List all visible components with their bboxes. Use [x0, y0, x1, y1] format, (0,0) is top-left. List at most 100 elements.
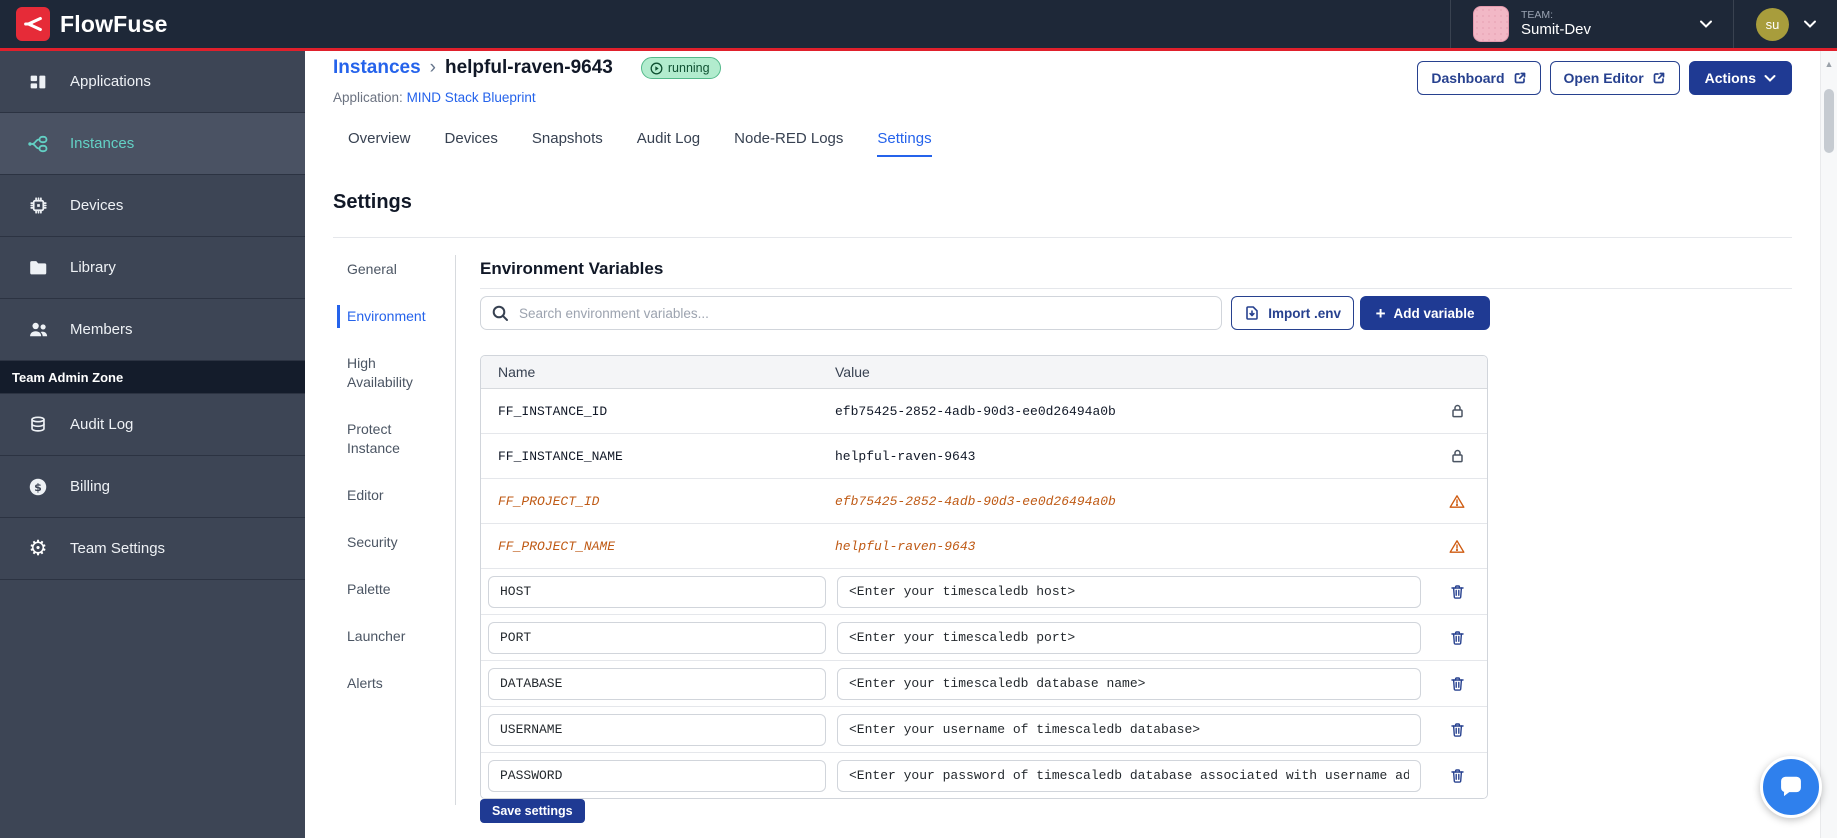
env-var-name: FF_PROJECT_NAME	[498, 538, 616, 554]
env-var-name-input[interactable]	[488, 575, 826, 608]
subnav-protect-instance[interactable]: Protect Instance	[337, 418, 432, 460]
add-variable-button[interactable]: + Add variable	[1360, 296, 1490, 330]
scrollbar-thumb[interactable]	[1824, 89, 1834, 153]
topbar-right: TEAM: Sumit-Dev su	[1450, 0, 1831, 48]
folder-icon	[26, 256, 50, 280]
play-circle-icon	[650, 62, 663, 75]
column-header-value: Value	[835, 364, 870, 380]
scroll-up-arrow[interactable]: ▲	[1821, 59, 1837, 69]
open-editor-button[interactable]: Open Editor	[1549, 61, 1680, 95]
breadcrumb-instances-link[interactable]: Instances	[333, 57, 421, 79]
env-var-name-input[interactable]	[488, 759, 826, 792]
env-var-value: efb75425-2852-4adb-90d3-ee0d26494a0b	[835, 403, 1116, 419]
subnav-launcher[interactable]: Launcher	[337, 625, 432, 648]
import-env-button[interactable]: Import .env	[1231, 296, 1355, 330]
table-row	[481, 569, 1487, 615]
env-var-value-input[interactable]	[837, 621, 1421, 654]
user-avatar: su	[1756, 7, 1789, 41]
search-input[interactable]	[517, 304, 1212, 322]
sidebar-item-label: Members	[70, 321, 133, 338]
sidebar-section-team-admin-zone: Team Admin Zone	[0, 361, 305, 394]
import-env-button-label: Import .env	[1268, 305, 1342, 321]
table-row: FF_INSTANCE_NAME helpful-raven-9643	[481, 434, 1487, 479]
sidebar-item-library[interactable]: Library	[0, 237, 305, 299]
instance-tabs: Overview Devices Snapshots Audit Log Nod…	[348, 130, 932, 157]
env-var-name: FF_INSTANCE_NAME	[498, 448, 623, 464]
database-icon	[26, 413, 50, 437]
tab-overview[interactable]: Overview	[348, 130, 411, 157]
actions-button-label: Actions	[1704, 70, 1756, 86]
env-var-value: helpful-raven-9643	[835, 448, 976, 464]
team-avatar	[1473, 6, 1509, 42]
delete-variable-button[interactable]	[1448, 674, 1467, 694]
save-settings-button[interactable]: Save settings	[480, 799, 585, 823]
subnav-alerts[interactable]: Alerts	[337, 672, 432, 695]
import-file-icon	[1244, 305, 1260, 321]
warning-icon	[1427, 539, 1487, 554]
delete-variable-button[interactable]	[1448, 628, 1467, 648]
subnav-general[interactable]: General	[337, 258, 432, 281]
add-variable-button-label: Add variable	[1393, 305, 1475, 321]
subnav-high-availability[interactable]: High Availability	[337, 352, 432, 394]
tab-settings[interactable]: Settings	[877, 130, 932, 157]
env-var-name-input[interactable]	[488, 667, 826, 700]
flowfuse-logo[interactable]: FlowFuse	[16, 7, 168, 41]
sidebar-item-instances[interactable]: Instances	[0, 113, 305, 175]
instances-icon	[26, 132, 50, 156]
subnav-environment[interactable]: Environment	[337, 305, 432, 328]
env-var-value-input[interactable]	[837, 759, 1421, 792]
tab-devices[interactable]: Devices	[445, 130, 498, 157]
vertical-scrollbar[interactable]: ▲	[1820, 51, 1837, 838]
dollar-circle-icon: $	[26, 475, 50, 499]
delete-variable-button[interactable]	[1448, 582, 1467, 602]
table-row: FF_PROJECT_NAME helpful-raven-9643	[481, 524, 1487, 569]
gear-icon: ⚙	[28, 537, 48, 560]
chevron-down-icon	[1699, 19, 1713, 29]
env-var-name: FF_PROJECT_ID	[498, 493, 600, 509]
divider	[455, 255, 456, 805]
delete-variable-button[interactable]	[1448, 766, 1467, 786]
subnav-palette[interactable]: Palette	[337, 578, 432, 601]
table-row	[481, 753, 1487, 798]
tab-node-red-logs[interactable]: Node-RED Logs	[734, 130, 843, 157]
tab-snapshots[interactable]: Snapshots	[532, 130, 603, 157]
sidebar-item-audit-log[interactable]: Audit Log	[0, 394, 305, 456]
external-link-icon	[1652, 71, 1666, 85]
team-label: TEAM:	[1521, 9, 1554, 22]
sidebar-item-team-settings[interactable]: ⚙ Team Settings	[0, 518, 305, 580]
application-label: Application:	[333, 90, 403, 105]
env-var-value-input[interactable]	[837, 667, 1421, 700]
sidebar-item-label: Library	[70, 259, 116, 276]
sidebar-item-label: Devices	[70, 197, 124, 214]
table-row: FF_INSTANCE_ID efb75425-2852-4adb-90d3-e…	[481, 389, 1487, 434]
env-var-value: helpful-raven-9643	[835, 538, 976, 554]
user-menu[interactable]: su	[1734, 7, 1831, 41]
env-var-name: FF_INSTANCE_ID	[498, 403, 608, 419]
subnav-editor[interactable]: Editor	[337, 484, 432, 507]
sidebar-item-billing[interactable]: $ Billing	[0, 456, 305, 518]
env-var-value-input[interactable]	[837, 713, 1421, 746]
delete-variable-button[interactable]	[1448, 720, 1467, 740]
env-var-name-input[interactable]	[488, 713, 826, 746]
actions-button[interactable]: Actions	[1688, 61, 1792, 95]
application-link[interactable]: MIND Stack Blueprint	[407, 90, 536, 105]
env-var-value-input[interactable]	[837, 575, 1421, 608]
team-selector[interactable]: TEAM: Sumit-Dev	[1450, 0, 1734, 48]
sidebar-item-members[interactable]: Members	[0, 299, 305, 361]
chevron-down-icon	[1803, 19, 1817, 29]
open-editor-button-label: Open Editor	[1563, 70, 1644, 86]
sidebar-item-applications[interactable]: Applications	[0, 51, 305, 113]
subnav-security[interactable]: Security	[337, 531, 432, 554]
sidebar-item-devices[interactable]: Devices	[0, 175, 305, 237]
environment-variables-table: Name Value FF_INSTANCE_ID efb75425-2852-…	[480, 355, 1488, 799]
env-var-name-input[interactable]	[488, 621, 826, 654]
environment-controls: Import .env + Add variable	[480, 296, 1490, 330]
team-name: Sumit-Dev	[1521, 21, 1592, 39]
users-icon	[26, 318, 50, 342]
tab-audit-log[interactable]: Audit Log	[637, 130, 700, 157]
applications-icon	[26, 70, 50, 94]
chat-launcher[interactable]	[1760, 756, 1822, 818]
sidebar-item-label: Billing	[70, 478, 111, 495]
breadcrumb: Instances › helpful-raven-9643 running	[333, 57, 721, 79]
dashboard-button[interactable]: Dashboard	[1417, 61, 1541, 95]
